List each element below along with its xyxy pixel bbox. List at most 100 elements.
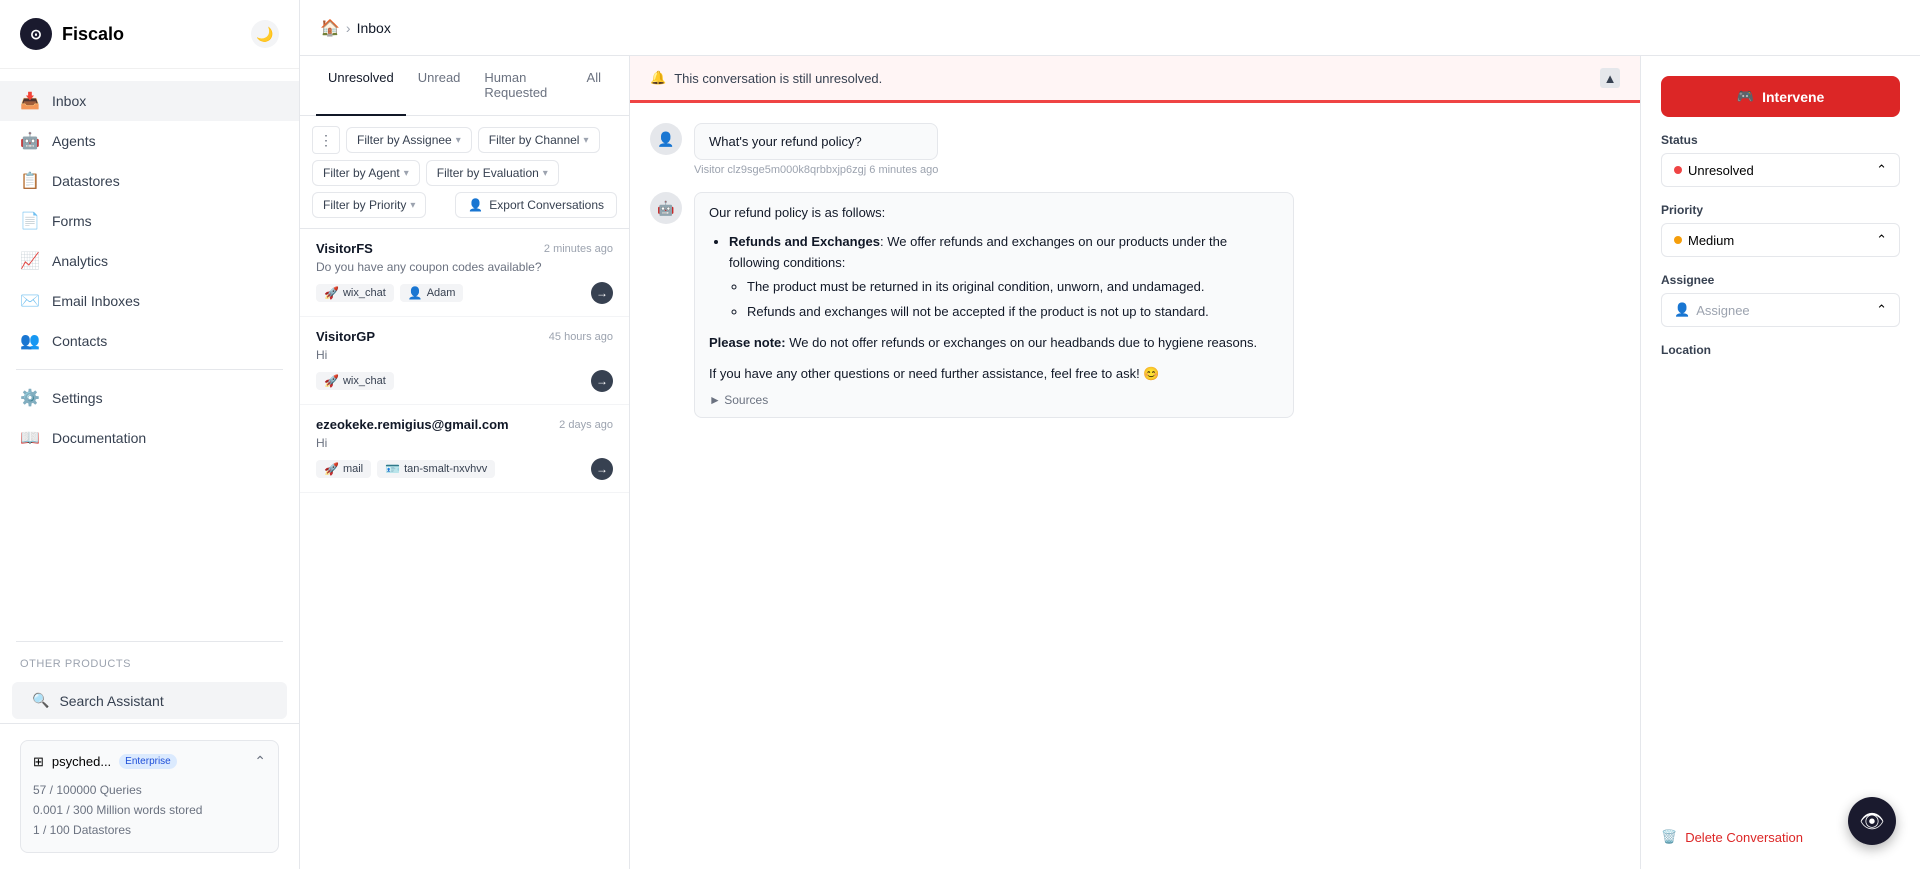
home-icon[interactable]: 🏠 [320,18,340,38]
priority-value: Medium [1688,233,1734,248]
chevron-down-icon: ▾ [410,200,415,211]
docs-icon: 📖 [20,428,40,448]
floating-action-button[interactable]: 👁 [1848,797,1896,845]
conv-item-header: VisitorFS 2 minutes ago [316,241,613,256]
inbox-area: Unresolved Unread Human Requested All ⋮ … [300,56,1920,869]
filter-agent[interactable]: Filter by Agent ▾ [312,160,420,186]
banner-text: This conversation is still unresolved. [674,71,882,86]
sidebar-item-inbox[interactable]: 📥 Inbox [0,81,299,121]
conv-preview: Hi [316,436,613,450]
filter-options-button[interactable]: ⋮ [312,126,340,154]
inbox-icon: 📥 [20,91,40,111]
priority-select[interactable]: Medium ⌃ [1661,223,1900,257]
conv-item-header: VisitorGP 45 hours ago [316,329,613,344]
conv-tags: 🚀 mail 🪪 tan-smalt-nxvhvv → [316,458,613,480]
enterprise-badge: Enterprise [119,754,177,769]
status-label: Status [1661,133,1900,147]
visitor-avatar: 👤 [650,123,682,155]
export-conversations-button[interactable]: 👤 Export Conversations [455,192,617,218]
filter-channel[interactable]: Filter by Channel ▾ [478,127,600,153]
agent-avatar: 🤖 [650,192,682,224]
filter-evaluation[interactable]: Filter by Evaluation ▾ [426,160,559,186]
conv-arrow: → [591,370,613,392]
conv-time: 2 minutes ago [544,243,613,255]
tag-label: wix_chat [343,375,386,387]
priority-field: Priority Medium ⌃ [1661,203,1900,257]
agent-body: Our refund policy is as follows: Refunds… [709,203,1279,385]
filter-priority[interactable]: Filter by Priority ▾ [312,192,426,218]
filter-assignee-label: Filter by Assignee [357,133,452,147]
queries-stat: 57 / 100000 Queries [33,780,266,800]
filter-assignee[interactable]: Filter by Assignee ▾ [346,127,472,153]
sources-toggle[interactable]: ► Sources [709,393,1279,407]
export-icon: 👤 [468,198,483,212]
policy-note: Please note: We do not offer refunds or … [709,333,1279,354]
intervene-icon: 🎮 [1737,88,1754,105]
tab-unresolved[interactable]: Unresolved [316,56,406,116]
workspace-expand-icon[interactable]: ⌃ [254,753,266,770]
location-label: Location [1661,343,1900,357]
chat-view: 🔔 This conversation is still unresolved.… [630,56,1640,869]
sidebar-item-settings[interactable]: ⚙️ Settings [0,378,299,418]
note-bold: Please note: [709,335,786,350]
medium-dot [1674,236,1682,244]
conv-preview: Do you have any coupon codes available? [316,260,613,274]
forms-icon: 📄 [20,211,40,231]
wix-icon: 🚀 [324,374,339,388]
chevron-icon: ⌃ [1876,302,1887,318]
tab-all[interactable]: All [575,56,613,116]
sidebar-item-label: Datastores [52,173,120,189]
conversation-panel: Unresolved Unread Human Requested All ⋮ … [300,56,630,869]
banner-collapse-icon[interactable]: ▲ [1600,68,1620,88]
conversation-item[interactable]: VisitorGP 45 hours ago Hi 🚀 wix_chat → [300,317,629,405]
tab-unread[interactable]: Unread [406,56,473,116]
intervene-button[interactable]: 🎮 Intervene [1661,76,1900,117]
workspace-section: ⊞ psyched... Enterprise ⌃ 57 / 100000 Qu… [0,723,299,869]
workspace-grid-icon: ⊞ [33,754,44,770]
sidebar-item-documentation[interactable]: 📖 Documentation [0,418,299,458]
search-assistant-label: Search Assistant [59,693,163,709]
conv-name: VisitorGP [316,329,375,344]
app-name: Fiscalo [62,24,124,45]
assignee-select-inner: 👤 Assignee [1674,302,1750,318]
conv-name: VisitorFS [316,241,373,256]
person-icon: 👤 [1674,302,1690,318]
sidebar-item-forms[interactable]: 📄 Forms [0,201,299,241]
chevron-down-icon: ▾ [543,168,548,179]
status-select[interactable]: Unresolved ⌃ [1661,153,1900,187]
breadcrumb-separator: › [346,20,351,36]
export-label: Export Conversations [489,198,604,212]
sidebar-item-agents[interactable]: 🤖 Agents [0,121,299,161]
sidebar-item-datastores[interactable]: 📋 Datastores [0,161,299,201]
theme-toggle-button[interactable]: 🌙 [251,20,279,48]
sidebar-nav: 📥 Inbox 🤖 Agents 📋 Datastores 📄 Forms 📈 … [0,69,299,633]
filter-channel-label: Filter by Channel [489,133,580,147]
assignee-label: Assignee [1661,273,1900,287]
assignee-select[interactable]: 👤 Assignee ⌃ [1661,293,1900,327]
breadcrumb: 🏠 › Inbox [320,18,391,38]
other-products-label: Other Products [0,650,299,678]
tab-human-requested[interactable]: Human Requested [472,56,574,116]
chevron-down-icon: ▾ [583,135,588,146]
dots-icon: ⋮ [319,132,333,149]
tag-label: Adam [427,287,456,299]
policy-item: Refunds and Exchanges: We offer refunds … [729,232,1279,323]
topbar: 🏠 › Inbox [300,0,1920,56]
workspace-name-text: psyched... [52,754,111,769]
filter-evaluation-label: Filter by Evaluation [437,166,539,180]
workspace-card: ⊞ psyched... Enterprise ⌃ 57 / 100000 Qu… [20,740,279,853]
sidebar-item-contacts[interactable]: 👥 Contacts [0,321,299,361]
agent-bubble: Our refund policy is as follows: Refunds… [694,192,1294,418]
conversation-list: VisitorFS 2 minutes ago Do you have any … [300,229,629,869]
conversation-item[interactable]: VisitorFS 2 minutes ago Do you have any … [300,229,629,317]
sidebar-item-email-inboxes[interactable]: ✉️ Email Inboxes [0,281,299,321]
sidebar-item-analytics[interactable]: 📈 Analytics [0,241,299,281]
note-text: We do not offer refunds or exchanges on … [789,335,1257,350]
nav-divider [16,369,283,370]
section-divider [16,641,283,642]
tag-label: tan-smalt-nxvhvv [404,463,487,475]
chat-messages: 👤 What's your refund policy? Visitor clz… [630,103,1640,869]
app-logo: ⊙ Fiscalo [20,18,124,50]
conversation-item[interactable]: ezeokeke.remigius@gmail.com 2 days ago H… [300,405,629,493]
search-assistant-button[interactable]: 🔍 Search Assistant [12,682,287,719]
